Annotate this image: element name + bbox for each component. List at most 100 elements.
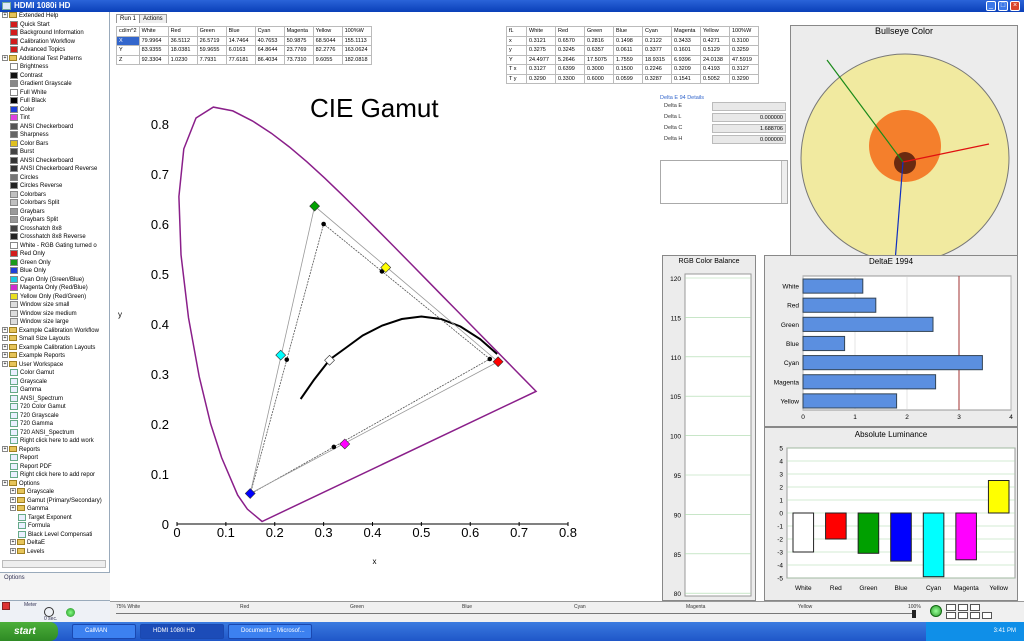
expand-icon[interactable]: + [2, 326, 8, 333]
sidebar-item[interactable]: + Additional Test Patterns [0, 54, 109, 64]
table-cell[interactable]: 14.7464 [225, 35, 256, 46]
table-cell[interactable]: 182.0818 [341, 54, 372, 65]
table-cell[interactable]: 17.5075 [584, 54, 614, 65]
table-cell[interactable]: 0.3259 [729, 45, 759, 56]
sidebar-item[interactable]: Grayscale [0, 377, 109, 387]
sidebar-item[interactable]: + Grayscale [0, 488, 109, 497]
sidebar-item[interactable]: Quick Start [0, 20, 109, 30]
sidebar-item[interactable]: 720 Grayscale [0, 411, 109, 421]
tab-actions[interactable]: Actions [139, 14, 167, 23]
sidebar-item[interactable]: + Extended Help [0, 12, 109, 21]
expand-icon[interactable]: + [10, 488, 16, 495]
close-button[interactable]: × [1010, 1, 1020, 11]
table-cell[interactable]: 0.1601 [671, 45, 701, 56]
table-cell[interactable]: 0.3121 [526, 35, 556, 46]
table-cell[interactable]: 6.0163 [225, 45, 256, 56]
table-row[interactable]: y 0.3275 0.3245 0.6357 0.0611 0.3377 0.1601 0.5… [506, 45, 759, 56]
fwd-icon[interactable] [970, 612, 980, 619]
table-cell[interactable]: 0.1541 [671, 73, 701, 84]
table-cell[interactable]: 0.6357 [584, 45, 614, 56]
expand-icon[interactable]: + [2, 343, 8, 350]
sidebar-item[interactable]: Blue Only [0, 267, 109, 276]
minimize-button[interactable]: _ [986, 1, 996, 11]
sidebar-item[interactable]: Color Bars [0, 139, 109, 149]
table-cell[interactable]: 0.3287 [642, 73, 672, 84]
table-cell[interactable]: 0.6570 [555, 35, 585, 46]
sidebar-item[interactable]: + Options [0, 479, 109, 489]
sidebar-item[interactable]: 720 Gamma [0, 420, 109, 429]
table-row[interactable]: Y 24.4977 5.2646 17.5075 1.7559 18.9315 6.9396… [506, 54, 759, 65]
expand-icon[interactable]: + [2, 54, 8, 61]
next-icon[interactable] [970, 604, 980, 611]
table-cell[interactable]: y [506, 45, 527, 56]
table-cell[interactable]: 36.5112 [167, 35, 198, 46]
sidebar-item[interactable]: ANSI Checkerboard Reverse [0, 165, 109, 174]
table-cell[interactable]: 0.2122 [642, 35, 672, 46]
table-cell[interactable]: 0.6399 [555, 64, 585, 75]
sidebar-item[interactable]: ANSI_Spectrum [0, 394, 109, 404]
table-cell[interactable]: 0.3290 [729, 73, 759, 84]
notes-box[interactable] [660, 160, 788, 204]
table-cell[interactable]: 0.3245 [555, 45, 585, 56]
table-row[interactable]: x 0.3121 0.6570 0.2816 0.1498 0.2122 0.3433 0.4… [506, 35, 759, 46]
sidebar-tree[interactable]: + Extended Help Quick Start Background Info… [0, 12, 110, 572]
table-cell[interactable]: 82.2776 [312, 45, 343, 56]
table-cell[interactable]: 68.5044 [312, 35, 343, 46]
start-button[interactable]: start [0, 622, 58, 641]
table-cell[interactable]: 73.7310 [283, 54, 314, 65]
sidebar-item[interactable]: Circles [0, 173, 109, 183]
table-cell[interactable]: 0.2816 [584, 35, 614, 46]
sidebar-item[interactable]: + Small Size Layouts [0, 335, 109, 344]
sidebar-item[interactable]: Yellow Only (Red/Green) [0, 292, 109, 302]
tab-run-1[interactable]: Run 1 [116, 14, 141, 23]
table-cell[interactable]: Y [506, 54, 527, 65]
task-calman[interactable]: CalMAN [72, 624, 136, 639]
sidebar-item[interactable]: + Example Calibration Layouts [0, 343, 109, 353]
table-cell[interactable]: 18.9315 [642, 54, 672, 65]
table-cell[interactable]: 0.4271 [700, 35, 730, 46]
sidebar-item[interactable]: Gradient Grayscale [0, 80, 109, 89]
sidebar-item[interactable]: Gamma [0, 386, 109, 395]
table-cell[interactable]: 18.0381 [167, 45, 198, 56]
expand-icon[interactable]: + [2, 12, 8, 19]
sidebar-item[interactable]: Burst [0, 148, 109, 157]
sidebar-item[interactable]: White - RGB Gating turned o [0, 241, 109, 251]
sidebar-item[interactable]: ANSI Checkerboard [0, 156, 109, 166]
table-cell[interactable]: 24.4977 [526, 54, 556, 65]
table-cell[interactable]: 5.2646 [555, 54, 585, 65]
sidebar-item[interactable]: Full White [0, 88, 109, 98]
table-cell[interactable]: 6.9396 [671, 54, 701, 65]
stop-icon[interactable] [946, 604, 956, 611]
table-cell[interactable]: 0.1500 [613, 64, 643, 75]
table-cell[interactable]: 0.0611 [613, 45, 643, 56]
sidebar-item[interactable]: + Gamma [0, 505, 109, 514]
task-document[interactable]: Document1 - Microsof... [228, 624, 312, 639]
expand-icon[interactable]: + [2, 352, 8, 359]
sidebar-item[interactable]: + DeltaE [0, 539, 109, 548]
xyz-table[interactable]: cd/m^2 White Red Green Blue Cyan Magenta Yellow… [116, 26, 372, 65]
table-row[interactable]: T x 0.3127 0.6399 0.3000 0.1500 0.2246 0.3209 0… [506, 64, 759, 75]
table-cell[interactable]: 1.0230 [167, 54, 198, 65]
table-cell[interactable]: 86.4034 [254, 54, 285, 65]
sidebar-item[interactable]: Right click here to add repor [0, 471, 109, 480]
sidebar-item[interactable]: Graybars Split [0, 216, 109, 225]
sidebar-item[interactable]: Brightness [0, 63, 109, 72]
table-cell[interactable]: Z [116, 54, 140, 65]
table-cell[interactable]: 50.9875 [283, 35, 314, 46]
prev-icon[interactable] [958, 612, 968, 619]
sidebar-item[interactable]: Circles Reverse [0, 182, 109, 191]
maximize-button[interactable]: □ [998, 1, 1008, 11]
sidebar-item[interactable]: Full Black [0, 97, 109, 106]
expand-icon[interactable]: + [2, 479, 8, 486]
table-cell[interactable]: 77.6181 [225, 54, 256, 65]
table-cell[interactable]: 155.1113 [341, 35, 372, 46]
table-cell[interactable]: 0.3275 [526, 45, 556, 56]
first-icon[interactable] [946, 612, 956, 619]
task-hdmi[interactable]: HDMI 1080i HD [140, 624, 224, 639]
sidebar-item[interactable]: Advanced Topics [0, 46, 109, 55]
sidebar-item[interactable]: Crosshatch 8x8 Reverse [0, 233, 109, 242]
table-cell[interactable]: 7.7931 [196, 54, 227, 65]
sidebar-item[interactable]: Color Gamut [0, 369, 109, 378]
sidebar-item[interactable]: Cyan Only (Green/Blue) [0, 275, 109, 285]
table-cell[interactable]: x [506, 35, 527, 46]
